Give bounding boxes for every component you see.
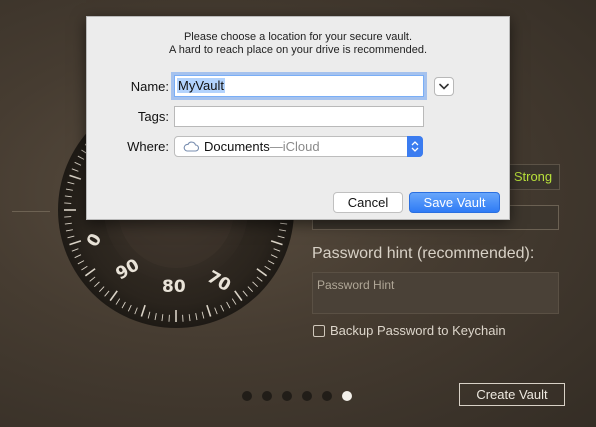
sheet-message: Please choose a location for your secure… [87, 31, 509, 57]
keychain-checkbox-row[interactable]: Backup Password to Keychain [313, 323, 506, 338]
page-dot-active[interactable] [342, 391, 352, 401]
page-dot[interactable] [242, 391, 252, 401]
app-window: 0 90 80 70 r Strong Password hint (recom… [0, 0, 596, 427]
where-label: Where: [127, 139, 169, 154]
vault-name-input[interactable]: MyVault [174, 75, 424, 97]
page-dot[interactable] [262, 391, 272, 401]
cloud-icon [183, 141, 199, 152]
where-service: iCloud [282, 139, 320, 154]
page-dot[interactable] [322, 391, 332, 401]
divider-line [12, 211, 50, 212]
updown-arrows-icon [407, 136, 423, 157]
password-hint-input[interactable]: Password Hint [312, 272, 559, 314]
save-vault-sheet: Please choose a location for your secure… [86, 16, 510, 220]
hint-heading: Password hint (recommended): [312, 245, 535, 262]
name-label: Name: [130, 79, 169, 94]
cancel-button[interactable]: Cancel [333, 192, 403, 213]
page-dot[interactable] [302, 391, 312, 401]
save-vault-button[interactable]: Save Vault [409, 192, 500, 213]
create-vault-button[interactable]: Create Vault [459, 383, 565, 406]
where-popup[interactable]: Documents — iCloud [174, 136, 423, 157]
chevron-down-icon [439, 83, 449, 90]
keychain-label: Backup Password to Keychain [330, 323, 506, 338]
where-location: Documents [204, 139, 270, 154]
sheet-message-line-1: Please choose a location for your secure… [183, 31, 413, 43]
keychain-checkbox[interactable] [313, 324, 325, 337]
tags-input[interactable] [174, 106, 424, 127]
dial-number-80: 80 [162, 277, 186, 297]
expand-button[interactable] [434, 77, 454, 96]
sheet-message-line-2: A hard to reach place on your drive is r… [168, 44, 428, 56]
page-dot[interactable] [282, 391, 292, 401]
where-separator: — [269, 139, 283, 154]
tags-label: Tags: [137, 109, 169, 124]
vault-name-text: MyVault [177, 78, 225, 93]
page-indicator [242, 391, 352, 401]
password-strength-badge: Strong [506, 164, 560, 190]
